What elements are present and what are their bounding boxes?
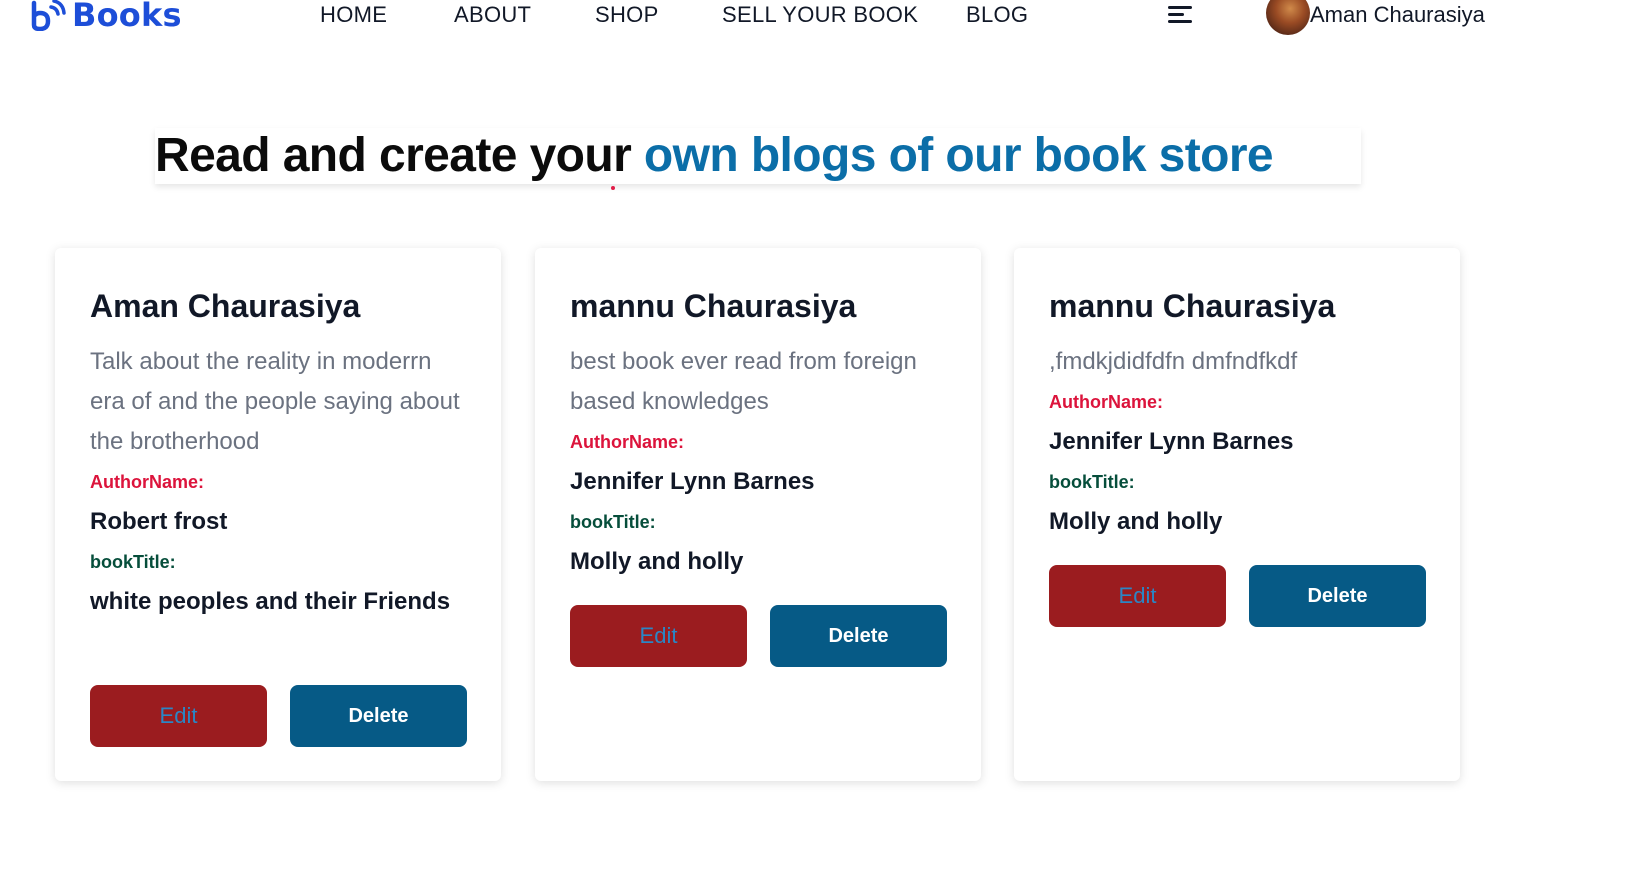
card-actions: Edit Delete (570, 605, 947, 667)
nav-link-home[interactable]: HOME (320, 2, 387, 28)
nav-link-about[interactable]: ABOUT (454, 2, 531, 28)
edit-button[interactable]: Edit (90, 685, 267, 747)
decorative-dot (611, 186, 615, 190)
book-title: Molly and holly (570, 548, 744, 575)
author-label: AuthorName: (570, 432, 685, 452)
blog-card: Aman Chaurasiya Talk about the reality i… (55, 248, 501, 781)
author-name: Jennifer Lynn Barnes (1049, 428, 1294, 455)
author-label: AuthorName: (1049, 392, 1164, 412)
card-actions: Edit Delete (1049, 565, 1426, 627)
book-title-label: bookTitle: (570, 512, 656, 532)
nav-link-shop[interactable]: SHOP (595, 2, 659, 28)
heading-blue-part: own blogs of our book store (643, 129, 1274, 182)
book-title: white peoples and their Friends (90, 588, 451, 615)
book-title: Molly and holly (1049, 508, 1223, 535)
card-content: mannu Chaurasiya ,fmdkjdidfdfn dmfndfkdf… (1049, 284, 1429, 542)
edit-button[interactable]: Edit (570, 605, 747, 667)
nav-link-blog[interactable]: BLOG (966, 2, 1028, 28)
edit-button[interactable]: Edit (1049, 565, 1226, 627)
books-logo-icon (31, 0, 66, 31)
site-logo[interactable]: Books (30, 0, 182, 34)
card-user-name: mannu Chaurasiya (1049, 288, 1336, 324)
hamburger-menu-icon[interactable] (1168, 3, 1194, 25)
navbar: Books HOME ABOUT SHOP SELL YOUR BOOK BLO… (0, 0, 1651, 35)
author-name: Robert frost (90, 508, 228, 535)
book-title-label: bookTitle: (90, 552, 176, 572)
card-content: mannu Chaurasiya best book ever read fro… (570, 284, 950, 582)
logo-text: Books (72, 0, 182, 34)
delete-button[interactable]: Delete (290, 685, 467, 747)
card-user-name: mannu Chaurasiya (570, 288, 857, 324)
page-heading: Read and create your own blogs of our bo… (155, 128, 1361, 184)
user-avatar[interactable] (1266, 0, 1310, 35)
card-description: ,fmdkjdidfdfn dmfndfkdf (1049, 348, 1298, 375)
blog-card: mannu Chaurasiya ,fmdkjdidfdfn dmfndfkdf… (1014, 248, 1460, 781)
card-content: Aman Chaurasiya Talk about the reality i… (90, 284, 470, 622)
card-description: Talk about the reality in moderrn era of… (90, 348, 460, 455)
card-description: best book ever read from foreign based k… (570, 348, 917, 415)
card-actions: Edit Delete (90, 685, 467, 747)
nav-link-sell-your-book[interactable]: SELL YOUR BOOK (722, 2, 918, 28)
card-user-name: Aman Chaurasiya (90, 288, 361, 324)
user-name[interactable]: Aman Chaurasiya (1310, 2, 1485, 28)
delete-button[interactable]: Delete (770, 605, 947, 667)
book-title-label: bookTitle: (1049, 472, 1135, 492)
author-label: AuthorName: (90, 472, 205, 492)
heading-black-part: Read and create your (155, 129, 644, 182)
blog-card: mannu Chaurasiya best book ever read fro… (535, 248, 981, 781)
delete-button[interactable]: Delete (1249, 565, 1426, 627)
author-name: Jennifer Lynn Barnes (570, 468, 815, 495)
